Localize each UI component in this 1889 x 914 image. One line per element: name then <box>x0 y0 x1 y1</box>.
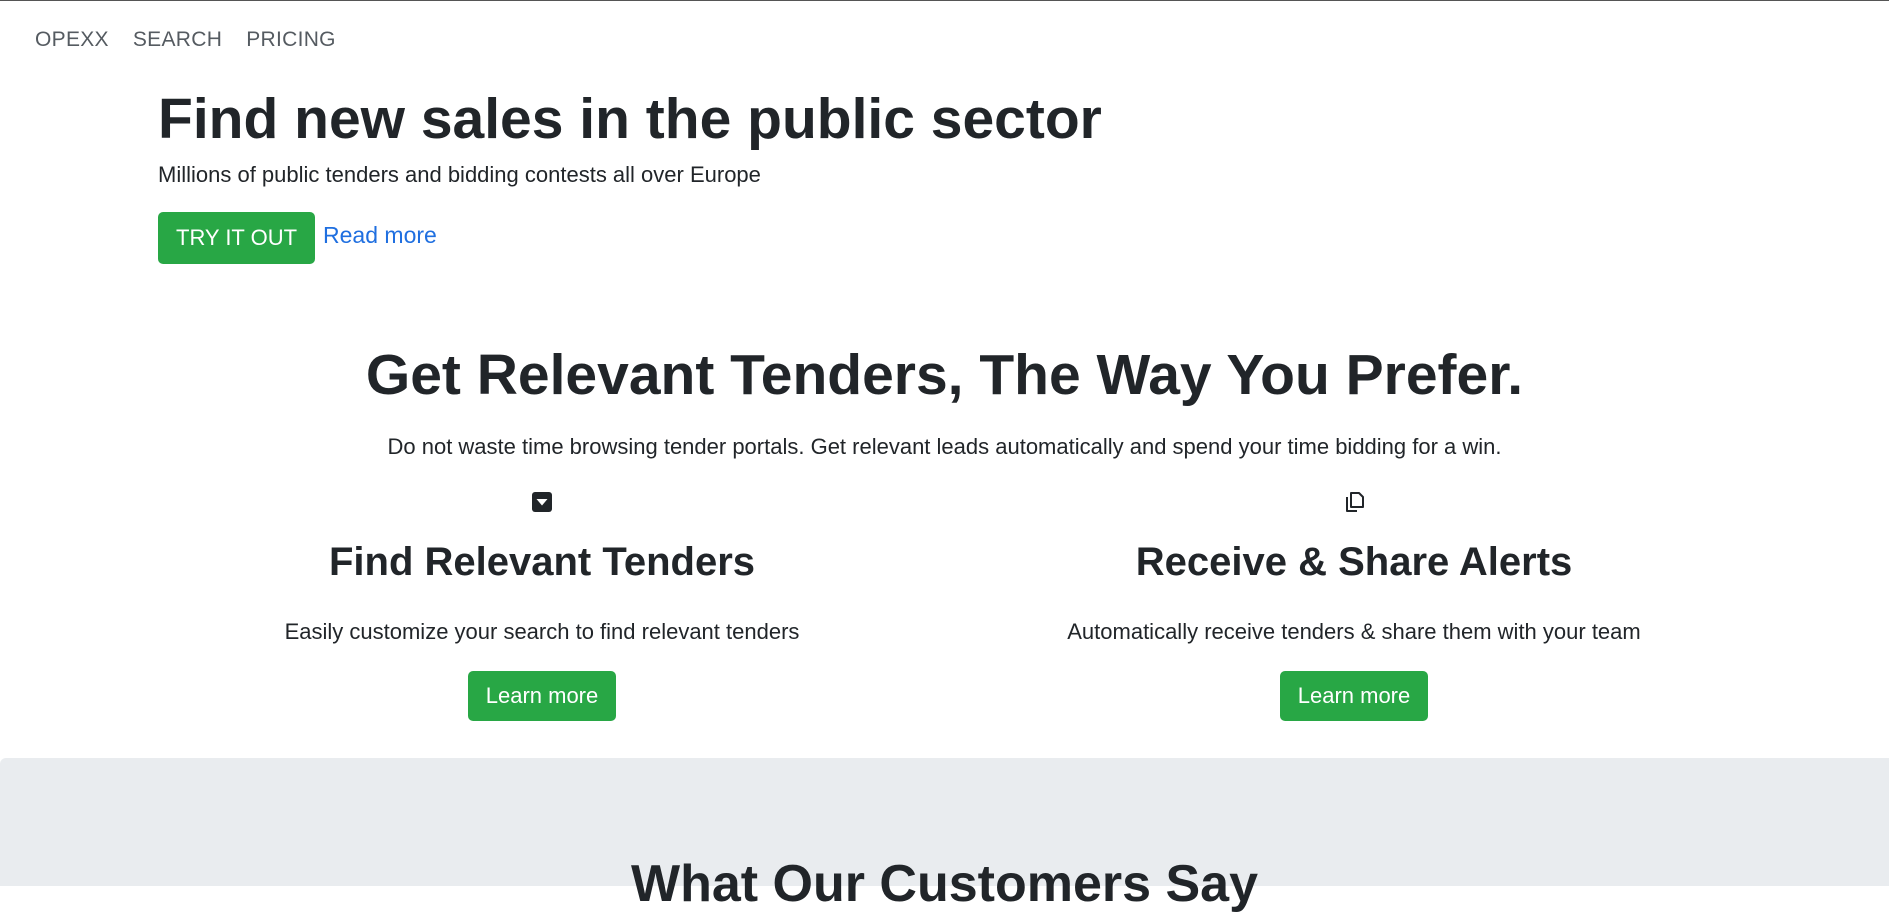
hero-subtitle: Millions of public tenders and bidding c… <box>158 162 761 187</box>
try-it-out-button[interactable]: TRY IT OUT <box>158 212 316 264</box>
testimonials-section: What Our Customers Say <box>0 758 1889 913</box>
learn-more-button[interactable]: Learn more <box>1279 671 1429 721</box>
top-nav: OPEXX SEARCH PRICING <box>35 28 336 52</box>
nav-link-opexx[interactable]: OPEXX <box>35 28 109 52</box>
read-more-link[interactable]: Read more <box>323 222 437 249</box>
learn-more-button[interactable]: Learn more <box>467 671 617 721</box>
feature-description: Easily customize your search to find rel… <box>284 619 800 644</box>
feature-card-alerts: Receive & Share Alerts Automatically rec… <box>1004 490 1704 721</box>
top-border <box>0 0 1889 1</box>
hero-section: Find new sales in the public sector Mill… <box>158 84 1102 264</box>
feature-title: Receive & Share Alerts <box>1135 540 1573 584</box>
feature-description: Automatically receive tenders & share th… <box>1067 619 1641 644</box>
features-section-title: Get Relevant Tenders, The Way You Prefer… <box>365 343 1524 407</box>
testimonials-title: What Our Customers Say <box>630 855 1259 913</box>
features-section-subtitle: Do not waste time browsing tender portal… <box>387 434 1502 459</box>
hero-actions: TRY IT OUT Read more <box>158 212 1102 264</box>
nav-link-search[interactable]: SEARCH <box>133 28 222 52</box>
feature-title: Find Relevant Tenders <box>328 540 755 584</box>
hero-title: Find new sales in the public sector <box>158 87 1102 151</box>
files-icon <box>1342 490 1366 514</box>
feature-card-find-tenders: Find Relevant Tenders Easily customize y… <box>192 490 892 721</box>
nav-link-pricing[interactable]: PRICING <box>246 28 336 52</box>
caret-down-square-icon <box>530 490 554 514</box>
